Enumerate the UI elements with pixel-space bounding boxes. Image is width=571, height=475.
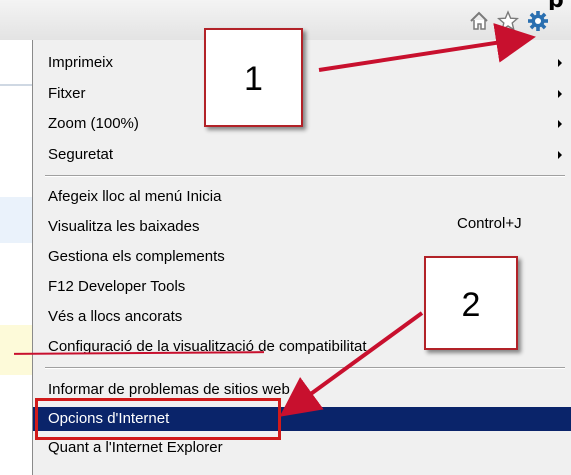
menu-separator (45, 175, 565, 177)
page-background-strip (0, 40, 32, 475)
submenu-arrow-icon (558, 59, 562, 67)
menu-item-label: Seguretat (48, 146, 114, 163)
menu-separator (45, 367, 565, 369)
menu-item-add-to-start[interactable]: Afegeix lloc al menú Inicia (33, 185, 571, 209)
home-icon[interactable] (468, 10, 490, 32)
menu-item-label: Quant a l'Internet Explorer (48, 439, 223, 456)
menu-item-safety[interactable]: Seguretat (33, 143, 571, 167)
menu-item-label: Fitxer (48, 85, 86, 102)
star-icon[interactable] (497, 10, 519, 32)
menu-item-label: Gestiona els complements (48, 248, 225, 265)
menu-item-label: Afegeix lloc al menú Inicia (48, 188, 222, 205)
menu-item-label: Informar de problemas de sitios web (48, 381, 290, 398)
menu-item-label: Vés a llocs ancorats (48, 308, 183, 325)
screenshot-stage: p Imprimeix Fitxer (0, 0, 571, 475)
menu-item-label: Visualitza les baixades (48, 218, 200, 235)
step-2-callout: 2 (424, 256, 518, 350)
internet-options-highlight-box (35, 398, 281, 440)
submenu-arrow-icon (558, 120, 562, 128)
menu-item-label: Zoom (100%) (48, 115, 139, 132)
menu-item-view-downloads[interactable]: Visualitza les baixades Control+J (33, 215, 571, 239)
cropped-text-fragment: p (548, 0, 570, 10)
menu-item-label: F12 Developer Tools (48, 278, 186, 295)
menu-item-label: Imprimeix (48, 54, 114, 71)
gear-icon[interactable] (527, 10, 549, 32)
step-1-callout: 1 (204, 28, 303, 127)
menu-item-shortcut: Control+J (457, 215, 522, 232)
submenu-arrow-icon (558, 90, 562, 98)
submenu-arrow-icon (558, 151, 562, 159)
